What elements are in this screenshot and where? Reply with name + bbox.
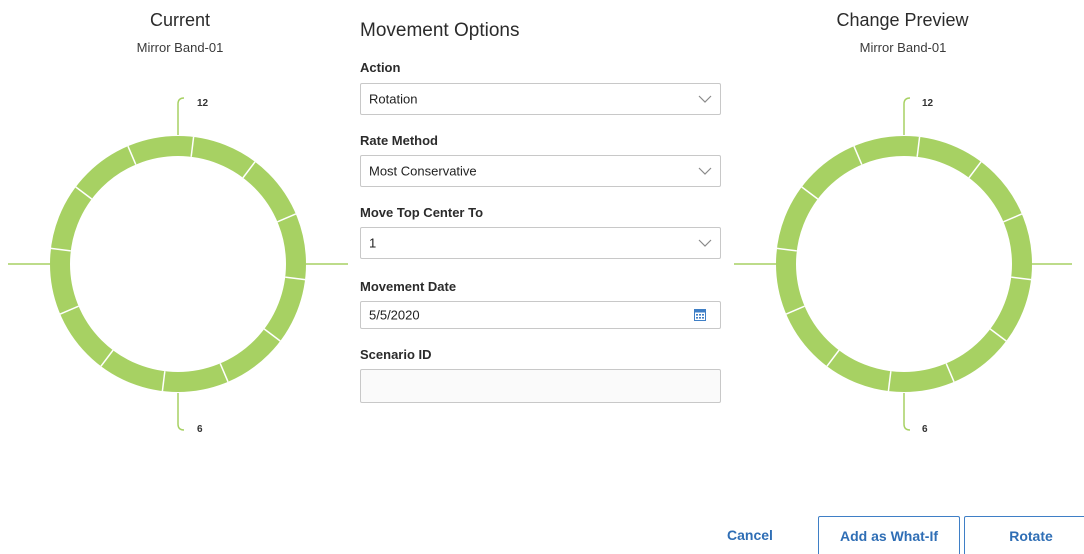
move-top-center-select[interactable]: 1: [360, 227, 721, 259]
current-bottom-leader: [177, 393, 185, 431]
current-title: Current: [149, 10, 211, 30]
current-band-name: Mirror Band-01: [136, 40, 224, 55]
current-bottom-label: 6: [197, 424, 203, 435]
move-top-center-label: Move Top Center To: [360, 205, 484, 220]
current-band-ring[interactable]: 12 6: [8, 94, 348, 454]
movement-date-field[interactable]: 5/5/2020: [360, 301, 721, 329]
calendar-icon[interactable]: [694, 309, 706, 321]
chevron-down-icon: [698, 239, 712, 247]
preview-top-leader: [903, 97, 911, 135]
preview-band-ring[interactable]: 12 6: [734, 94, 1074, 454]
rotate-button[interactable]: Rotate: [964, 516, 1084, 554]
preview-bottom-label: 6: [922, 424, 928, 435]
preview-top-label: 12: [922, 98, 934, 109]
movement-date-label: Movement Date: [360, 279, 457, 294]
chevron-down-icon: [698, 95, 712, 103]
current-top-leader: [177, 97, 185, 135]
rate-method-label: Rate Method: [360, 133, 438, 148]
preview-band-name: Mirror Band-01: [859, 40, 947, 55]
action-select[interactable]: Rotation: [360, 83, 721, 115]
current-top-label: 12: [197, 98, 209, 109]
action-label: Action: [360, 60, 401, 75]
scenario-id-input[interactable]: [360, 369, 721, 403]
preview-ring-segments: [776, 136, 1032, 392]
rate-method-value: Most Conservative: [369, 163, 477, 179]
chevron-down-icon: [698, 167, 712, 175]
add-what-if-button[interactable]: Add as What-If: [818, 516, 960, 554]
movement-options-title: Movement Options: [360, 20, 520, 41]
current-ring-segments: [50, 136, 306, 392]
preview-bottom-leader: [903, 393, 911, 431]
action-value: Rotation: [369, 91, 418, 107]
rate-method-select[interactable]: Most Conservative: [360, 155, 721, 187]
movement-date-value: 5/5/2020: [369, 307, 420, 323]
scenario-id-label: Scenario ID: [360, 347, 432, 362]
preview-title: Change Preview: [836, 10, 969, 30]
cancel-button[interactable]: Cancel: [700, 516, 800, 554]
current-ring-band: [50, 136, 306, 392]
preview-ring-band: [776, 136, 1032, 392]
move-top-center-value: 1: [369, 235, 377, 251]
